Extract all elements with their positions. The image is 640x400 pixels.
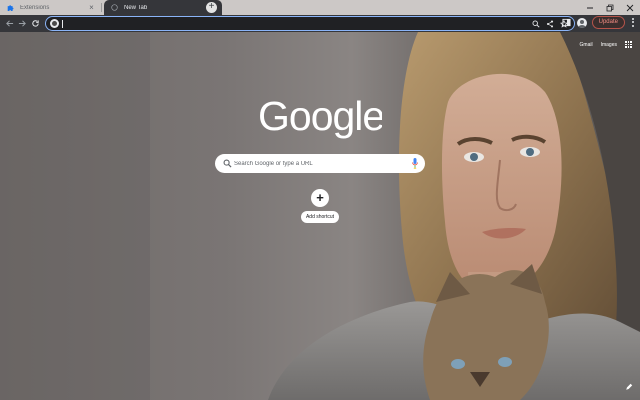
newtab-icon: [111, 4, 118, 11]
forward-button[interactable]: [17, 18, 28, 29]
top-links: Gmail Images: [580, 41, 632, 48]
reload-icon: [32, 20, 39, 27]
omnibox-input[interactable]: [61, 18, 521, 29]
minimize-button[interactable]: [580, 0, 600, 15]
share-button[interactable]: [545, 19, 554, 28]
reload-button[interactable]: [30, 18, 41, 29]
window-controls: [580, 0, 640, 15]
restore-button[interactable]: [600, 0, 620, 15]
search-icon: [532, 20, 540, 28]
tab-extensions[interactable]: Extensions ×: [0, 0, 104, 15]
search-box[interactable]: [215, 154, 425, 173]
search-icon: [223, 159, 232, 168]
add-icon[interactable]: +: [311, 189, 329, 207]
search-input[interactable]: [234, 157, 404, 170]
tab-strip: Extensions × New Tab × +: [0, 0, 640, 15]
logo-text: Google: [258, 94, 382, 139]
side-panel-icon: [562, 18, 571, 27]
forward-arrow-icon: [18, 20, 26, 27]
side-panel-button[interactable]: [562, 18, 572, 28]
tab-new-tab[interactable]: New Tab ×: [104, 0, 222, 15]
close-icon: [626, 4, 634, 11]
back-button[interactable]: [4, 18, 15, 29]
zoom-search-button[interactable]: [531, 19, 540, 28]
toolbar-right: Update: [562, 16, 636, 29]
tab-title: New Tab: [124, 4, 148, 11]
gmail-link[interactable]: Gmail: [580, 42, 593, 48]
back-arrow-icon: [6, 20, 14, 27]
add-shortcut[interactable]: + Add shortcut: [301, 189, 339, 225]
google-logo: Google: [258, 94, 382, 139]
shortcut-label: Add shortcut: [301, 211, 339, 223]
customize-button[interactable]: [624, 382, 634, 392]
tab-title: Extensions: [20, 4, 50, 11]
browser-toolbar: Update: [0, 15, 640, 32]
apps-grid-icon[interactable]: [625, 41, 632, 48]
close-icon[interactable]: ×: [87, 3, 96, 12]
puzzle-icon: [7, 5, 14, 11]
update-button[interactable]: Update: [591, 16, 625, 29]
pencil-icon: [626, 383, 633, 390]
share-icon: [546, 20, 553, 27]
minimize-icon: [587, 7, 593, 8]
new-tab-page: Gmail Images Google + Add shortcut: [0, 32, 640, 400]
more-menu-icon[interactable]: [630, 18, 636, 28]
images-link[interactable]: Images: [601, 42, 617, 48]
profile-avatar-icon[interactable]: [576, 17, 587, 28]
close-window-button[interactable]: [620, 0, 640, 15]
text-caret: [62, 20, 63, 28]
microphone-icon[interactable]: [412, 158, 418, 169]
tab-separator: [101, 3, 102, 12]
new-tab-button[interactable]: +: [206, 2, 217, 13]
restore-icon: [606, 4, 614, 11]
google-g-icon: [50, 19, 59, 28]
address-bar[interactable]: [45, 16, 575, 31]
